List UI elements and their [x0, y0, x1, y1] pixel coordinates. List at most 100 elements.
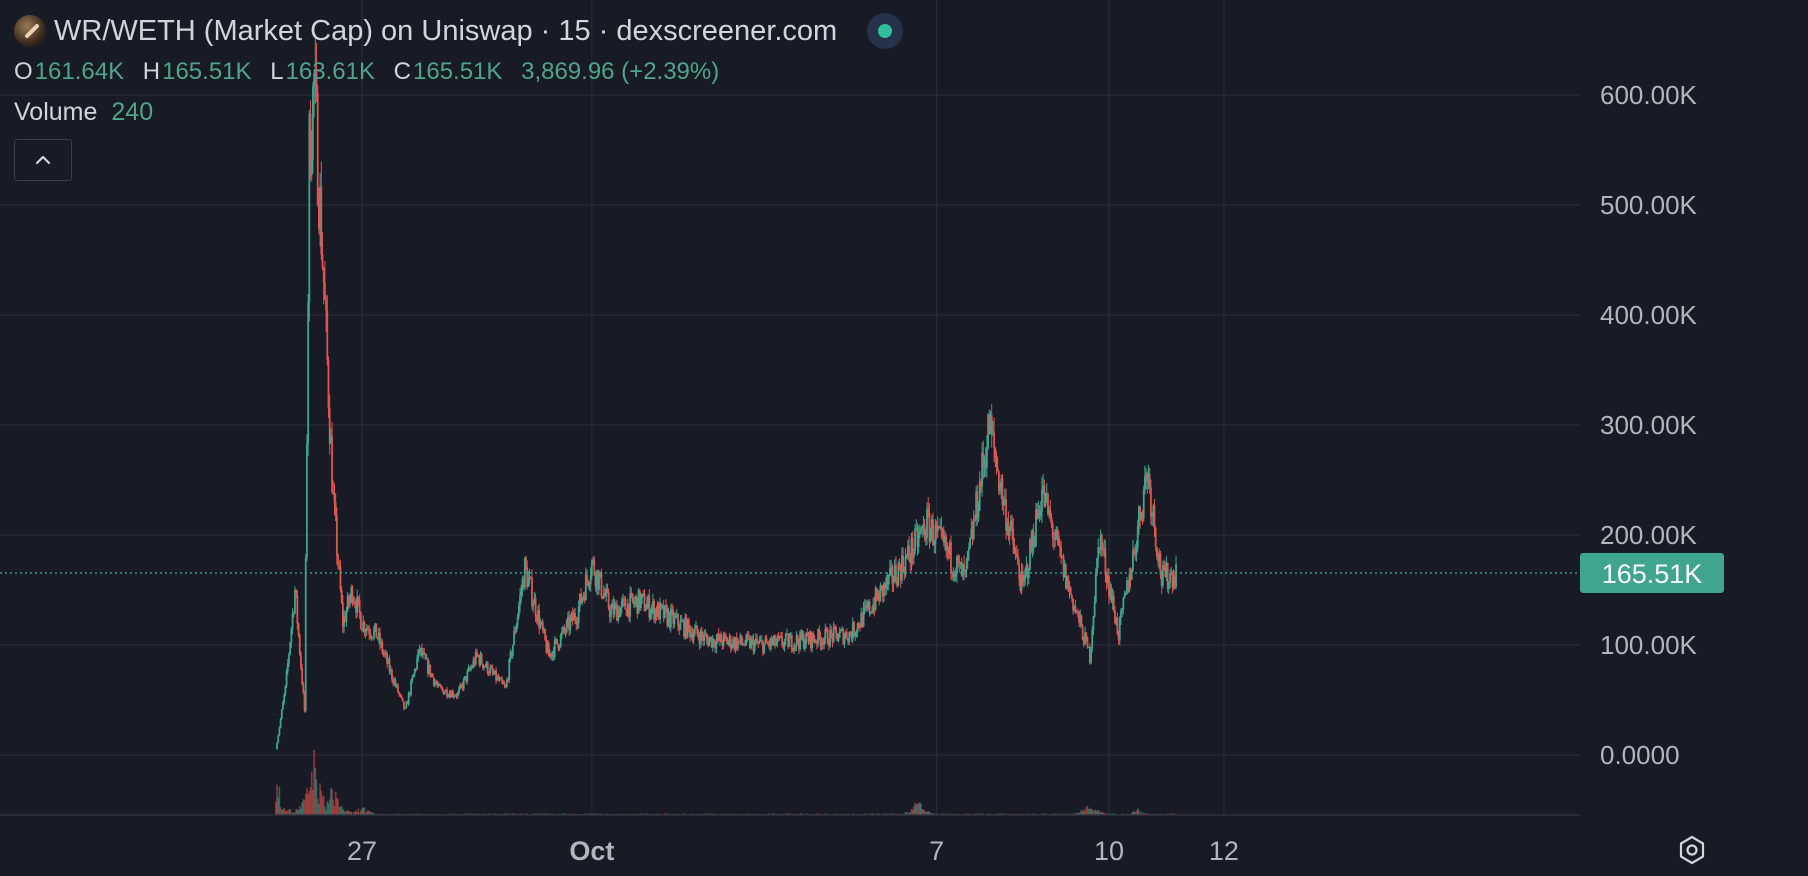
candle-body — [1123, 594, 1126, 599]
live-status-dot-icon — [867, 13, 904, 49]
live-dot — [878, 24, 893, 38]
candle-body — [412, 674, 415, 678]
candle-body — [997, 471, 1000, 492]
candle-body — [553, 640, 556, 657]
candle-body — [371, 637, 374, 639]
candle-body — [933, 544, 936, 546]
candle-body — [669, 609, 672, 628]
candle-body — [999, 488, 1001, 492]
candle-body — [435, 682, 438, 685]
candle-body — [337, 555, 339, 566]
candle-body — [781, 636, 784, 646]
volume-legend[interactable]: Volume 240 — [14, 98, 903, 127]
candle-body — [830, 629, 833, 634]
candle-body — [414, 669, 417, 671]
candle-body — [985, 448, 988, 468]
candle-body — [291, 613, 294, 629]
candle-body — [559, 634, 562, 647]
candle-body — [1090, 647, 1092, 663]
candle-body — [977, 510, 980, 519]
candle-body — [963, 564, 966, 572]
candle-body — [920, 528, 922, 532]
candle-body — [753, 642, 756, 652]
candle-body — [400, 695, 403, 699]
candle-body — [1091, 629, 1094, 648]
candle-body — [519, 595, 521, 606]
candle-body — [1050, 516, 1053, 525]
candle-body — [1051, 524, 1054, 539]
candle-body — [796, 635, 799, 643]
candle-body — [771, 641, 774, 645]
last-price-label: 165.51K — [1602, 559, 1703, 589]
candle-body — [1069, 587, 1072, 595]
candle-body — [940, 526, 943, 530]
candle-body — [1032, 532, 1035, 547]
candle-body — [320, 186, 323, 255]
candle-body — [708, 639, 711, 646]
candle-body — [972, 519, 975, 539]
candle-body — [447, 696, 450, 698]
candle-body — [398, 692, 401, 695]
candle-body — [1130, 570, 1133, 580]
candle-body — [863, 606, 866, 608]
candle-body — [367, 628, 369, 630]
x-tick-label: 12 — [1209, 836, 1239, 866]
candle-body — [1056, 529, 1059, 536]
candle-body — [643, 594, 646, 611]
candle-body — [452, 691, 454, 697]
candle-body — [466, 671, 469, 682]
candle-body — [677, 614, 679, 626]
candle-body — [277, 735, 280, 743]
candle-body — [534, 598, 537, 617]
candle-body — [351, 587, 354, 603]
candle-body — [598, 575, 600, 590]
candle-body — [529, 576, 532, 579]
candle-body — [513, 630, 515, 645]
candle-body — [438, 684, 441, 687]
candle-body — [284, 685, 287, 695]
candle-body — [825, 628, 828, 630]
time-axis[interactable]: 27 Oct 7 10 12 — [0, 814, 1580, 866]
candle-body — [917, 534, 920, 547]
candle-body — [908, 546, 910, 559]
candle-body — [503, 684, 506, 686]
candle-body — [298, 635, 301, 655]
close-value: 165.51K — [413, 58, 503, 85]
candle-body — [586, 574, 588, 581]
candle-body — [1112, 595, 1115, 611]
candle-body — [790, 635, 793, 650]
candle-body — [746, 634, 749, 637]
candle-body — [722, 634, 725, 646]
candle-body — [289, 642, 292, 654]
x-tick-label: 10 — [1094, 836, 1124, 866]
chart-legend: WR/WETH (Market Cap) on Uniswap · 15 · d… — [14, 10, 904, 181]
candle-body — [1008, 528, 1011, 536]
candle-body — [660, 603, 663, 606]
chart-settings-button[interactable] — [1672, 830, 1712, 870]
low-label: L — [270, 58, 284, 85]
candle-body — [511, 644, 514, 657]
price-axis[interactable]: 600.00K 500.00K 400.00K 300.00K 200.00K 100.0… — [1600, 80, 1698, 770]
candle-body — [292, 613, 295, 615]
candle-body — [574, 613, 576, 621]
candle-body — [723, 634, 726, 636]
candle-body — [924, 538, 927, 540]
candle-body — [1149, 487, 1152, 517]
candle-body — [416, 658, 418, 670]
candle-body — [279, 719, 282, 728]
candle-body — [806, 632, 809, 637]
candle-body — [1013, 544, 1016, 554]
candle-body — [544, 629, 547, 640]
candle-body — [665, 605, 667, 609]
candle-body — [402, 701, 405, 709]
candle-body — [357, 596, 360, 601]
candle-body — [687, 619, 690, 627]
candle-body — [1104, 548, 1107, 575]
candle-body — [480, 654, 483, 664]
candle-body — [1094, 573, 1097, 603]
candle-body — [381, 641, 384, 653]
candle-body — [1144, 476, 1146, 490]
candle-body — [517, 605, 520, 617]
candle-body — [1163, 565, 1165, 569]
collapse-legend-button[interactable] — [14, 139, 72, 181]
